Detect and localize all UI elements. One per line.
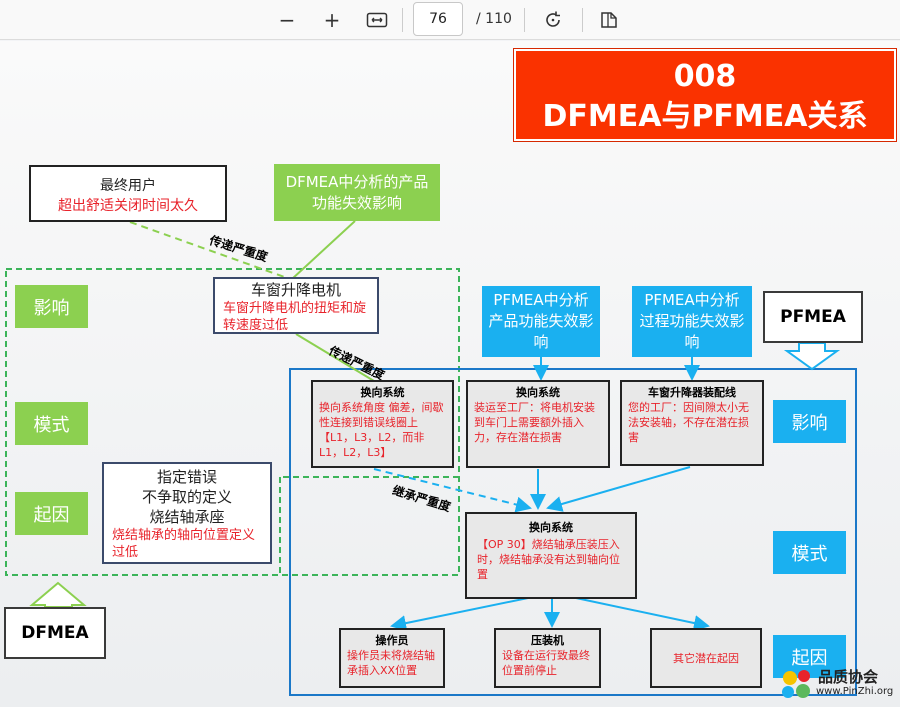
page-view-icon	[601, 12, 617, 28]
end-user-box: 最终用户 超出舒适关闭时间太久	[29, 165, 227, 222]
slide-title: DFMEA与PFMEA关系	[542, 99, 868, 134]
effect-box-3: 车窗升降器装配线 您的工厂：因间隙太小无法安装轴，不存在潜在损害	[620, 380, 764, 466]
effect-desc: 换向系统角度 偏差，间歇性连接到错误线圈上【L1，L3，L2，而非L1，L2，L…	[319, 401, 444, 459]
pfmea-mode-label: 模式	[773, 531, 846, 574]
effect-title: 换向系统	[516, 386, 560, 399]
mode-desc: 【OP 30】烧结轴承压装压入时，烧结轴承没有达到轴向位置	[477, 538, 620, 581]
design-cause-line3: 烧结轴承座	[149, 508, 225, 526]
dfmea-effect-box: DFMEA中分析的产品功能失效影响	[274, 164, 440, 221]
zoom-out-button[interactable]: −	[273, 6, 301, 34]
dfmea-effect-text: DFMEA中分析的产品功能失效影响	[285, 172, 429, 212]
cause-desc: 操作员未将烧结轴承插入XX位置	[347, 649, 435, 677]
rotate-button[interactable]	[539, 6, 567, 34]
cause-title: 压装机	[531, 634, 564, 647]
toolbar-separator	[582, 8, 583, 32]
cause-desc: 设备在运行致最终位置前停止	[502, 649, 590, 677]
page-number-input[interactable]	[413, 2, 463, 36]
slide-number: 008	[673, 59, 737, 94]
motor-desc: 车窗升降电机的扭矩和旋转速度过低	[223, 301, 367, 333]
effect-desc: 装运至工厂：将电机安装到车门上需要额外插入力，存在潜在损害	[474, 401, 595, 444]
toolbar-separator	[524, 8, 525, 32]
page-total: / 110	[476, 11, 512, 27]
slide-title-box: 008 DFMEA与PFMEA关系	[513, 48, 897, 142]
fit-width-icon	[366, 12, 388, 28]
pfmea-product-effect-text: PFMEA中分析产品功能失效影响	[488, 291, 594, 351]
fit-width-button[interactable]	[363, 6, 391, 34]
toolbar-separator	[402, 8, 403, 32]
watermark-name: 品质协会	[818, 668, 879, 686]
dfmea-mode-label: 模式	[15, 402, 88, 445]
zoom-in-button[interactable]: +	[318, 6, 346, 34]
pfmea-process-effect-box: PFMEA中分析过程功能失效影响	[632, 286, 752, 357]
watermark-url: www.PinZhi.org	[816, 686, 894, 697]
design-cause-line1: 指定错误	[156, 468, 217, 486]
design-cause-box: 指定错误 不争取的定义 烧结轴承座 烧结轴承的轴向位置定义过低	[102, 462, 272, 564]
pinzhi-logo-icon	[782, 670, 810, 698]
rotate-icon	[546, 11, 560, 27]
cause-box-3: 其它潜在起因	[650, 628, 762, 688]
dfmea-tag: DFMEA	[4, 607, 106, 659]
end-user-title: 最终用户	[100, 178, 156, 194]
cause-box-1: 操作员 操作员未将烧结轴承插入XX位置	[339, 628, 445, 688]
mode-title: 换向系统	[529, 521, 573, 534]
pfmea-product-effect-box: PFMEA中分析产品功能失效影响	[482, 286, 600, 357]
pdf-toolbar: − + / 110	[0, 0, 900, 40]
pfmea-arrow	[783, 342, 841, 371]
motor-title: 车窗升降电机	[250, 281, 341, 299]
cause-box-2: 压装机 设备在运行致最终位置前停止	[494, 628, 601, 688]
failure-mode-box: 换向系统 【OP 30】烧结轴承压装压入时，烧结轴承没有达到轴向位置	[465, 512, 637, 599]
dfmea-cause-label: 起因	[15, 492, 88, 535]
pfmea-tag: PFMEA	[763, 291, 863, 343]
pfmea-process-effect-text: PFMEA中分析过程功能失效影响	[639, 291, 745, 351]
effect-box-1: 换向系统 换向系统角度 偏差，间歇性连接到错误线圈上【L1，L3，L2，而非L1…	[311, 380, 454, 468]
design-cause-desc: 烧结轴承的轴向位置定义过低	[112, 528, 256, 560]
design-cause-line2: 不争取的定义	[141, 488, 232, 506]
effect-box-2: 换向系统 装运至工厂：将电机安装到车门上需要额外插入力，存在潜在损害	[466, 380, 610, 468]
pfmea-effect-label: 影响	[773, 400, 846, 443]
pfmea-tag-text: PFMEA	[780, 306, 846, 327]
effect-desc: 您的工厂：因间隙太小无法安装轴，不存在潜在损害	[628, 401, 749, 444]
dfmea-arrow	[29, 581, 87, 608]
end-user-desc: 超出舒适关闭时间太久	[58, 198, 198, 214]
dfmea-effect-label: 影响	[15, 285, 88, 328]
slide-page: 008 DFMEA与PFMEA关系 最终用户 超出舒适关闭时间太久 DFMEA中…	[0, 41, 900, 707]
cause-title: 操作员	[375, 634, 409, 647]
page-view-button[interactable]	[595, 6, 623, 34]
motor-box: 车窗升降电机 车窗升降电机的扭矩和旋转速度过低	[213, 277, 379, 334]
effect-title: 车窗升降器装配线	[648, 386, 736, 399]
dfmea-tag-text: DFMEA	[21, 622, 89, 643]
effect-title: 换向系统	[360, 386, 405, 399]
cause-desc: 其它潜在起因	[673, 651, 739, 665]
